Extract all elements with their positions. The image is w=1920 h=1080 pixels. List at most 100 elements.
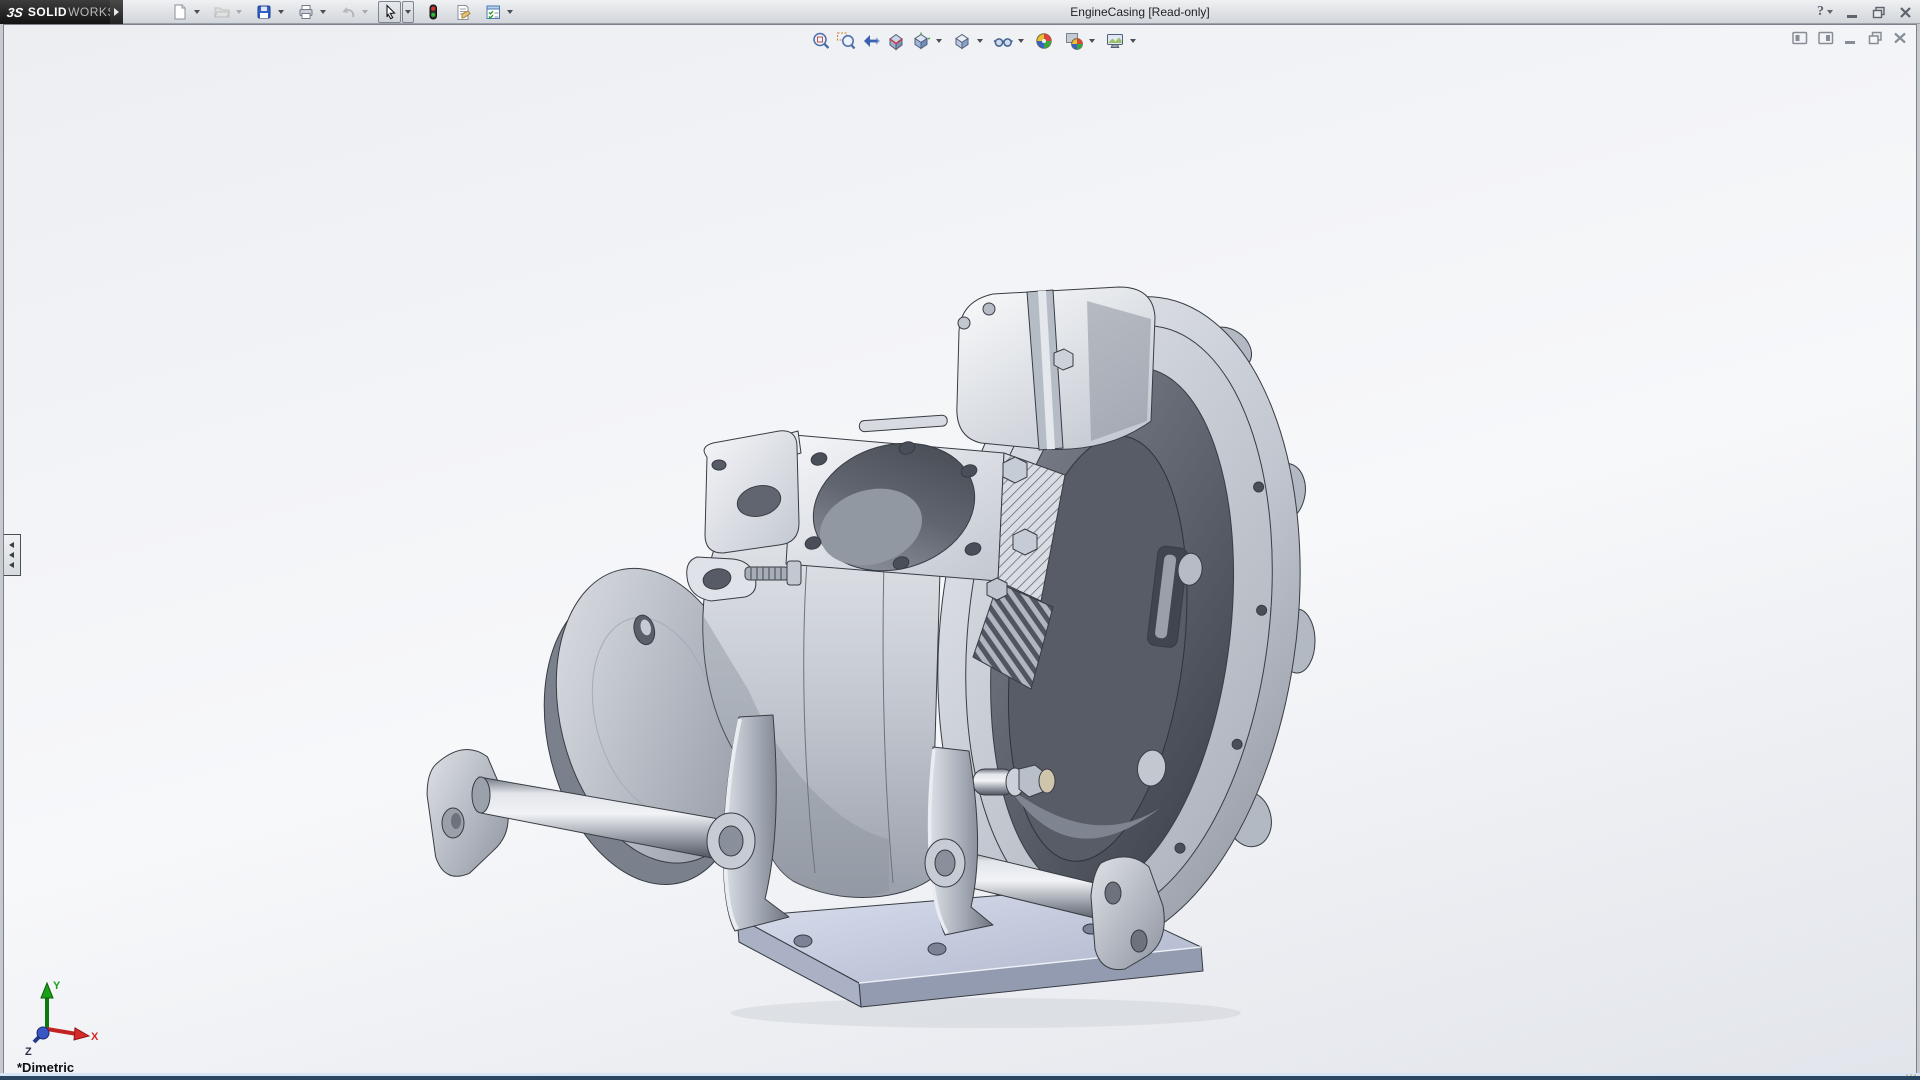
help-button[interactable]: ? [1817,4,1833,20]
display-style-icon [952,31,972,51]
resize-grip[interactable] [1906,1074,1916,1076]
zoom-to-area-icon [836,31,856,51]
solidworks-logo: 3S SOLID WORKS [0,0,110,24]
undo-button[interactable] [336,1,359,23]
display-style-button[interactable] [949,29,974,52]
minimize-icon [1846,6,1859,19]
svg-text:Y: Y [53,980,61,992]
doc-close-button[interactable] [1893,31,1907,45]
zoom-to-fit-icon [811,31,831,51]
view-orientation-dropdown[interactable] [933,29,944,52]
rebuild-traffic-light-icon [425,4,441,20]
apply-scene-dropdown[interactable] [1086,29,1097,52]
menu-flyout-arrow[interactable] [110,0,123,24]
cylinder-flange[interactable] [786,425,1004,589]
collapse-arrow-icon [9,562,14,568]
new-document-icon [172,4,188,20]
restore-icon [1872,6,1886,19]
minimize-button[interactable] [1846,6,1859,19]
collapse-arrow-icon [9,552,14,558]
doc-minimize-icon [1844,31,1858,45]
title-bar: 3S SOLID WORKS [0,0,1920,24]
headsup-view-toolbar [808,29,1138,52]
expand-right-pane-button[interactable] [1818,31,1834,45]
collapse-arrow-icon [9,542,14,548]
view-settings-monitor-icon [1105,31,1125,51]
document-window-controls [1792,31,1907,45]
help-dropdown-icon [1827,10,1833,14]
main-toolbar [168,0,516,24]
hide-show-items-button[interactable] [990,29,1015,52]
save-floppy-icon [256,4,272,20]
undo-dropdown[interactable] [359,1,371,23]
apply-scene-button[interactable] [1061,29,1086,52]
view-orientation-icon [911,31,931,51]
edit-appearance-ball-icon [1034,31,1054,51]
open-button[interactable] [210,1,233,23]
statusbar-edge [0,1076,1920,1080]
restore-button[interactable] [1872,6,1886,19]
doc-minimize-button[interactable] [1844,31,1858,45]
print-dropdown[interactable] [317,1,329,23]
open-folder-icon [214,4,230,20]
printer-icon [298,4,314,20]
zoom-to-area-button[interactable] [833,29,858,52]
brand-name-light: WORKS [68,5,116,19]
triad-y-axis: Y [41,980,61,1029]
doc-restore-button[interactable] [1868,31,1883,45]
print-button[interactable] [294,1,317,23]
previous-view-button[interactable] [858,29,883,52]
view-settings-button[interactable] [1102,29,1127,52]
orientation-triad[interactable]: Y X Z [17,977,103,1061]
doc-restore-icon [1868,31,1883,45]
doc-close-icon [1893,31,1907,45]
select-cursor-icon [382,4,398,20]
undo-arrow-icon [340,4,356,20]
options-button[interactable] [481,1,504,23]
hide-show-items-dropdown[interactable] [1015,29,1026,52]
close-button[interactable] [1899,6,1912,19]
file-properties-icon [455,4,471,20]
display-style-dropdown[interactable] [974,29,985,52]
open-dropdown[interactable] [233,1,245,23]
section-view-button[interactable] [883,29,908,52]
model-canvas [3,24,1917,1073]
strap-bolt [1054,349,1073,370]
previous-view-icon [861,31,881,51]
triad-z-axis: Z [25,1027,49,1058]
view-settings-dropdown[interactable] [1127,29,1138,52]
expand-right-pane-icon [1818,31,1834,45]
document-title: EngineCasing [Read-only] [1070,0,1209,24]
new-dropdown[interactable] [191,1,203,23]
file-properties-button[interactable] [451,1,474,23]
apply-scene-icon [1064,31,1084,51]
top-cover[interactable] [957,287,1155,450]
engine-model[interactable] [423,276,1336,1028]
cover-bolt [983,303,995,315]
triad-x-axis: X [47,1028,99,1043]
brand-name-bold: SOLID [28,5,67,19]
edit-appearance-button[interactable] [1031,29,1056,52]
options-checklist-icon [485,4,501,20]
ground-shadow [731,998,1241,1028]
save-button[interactable] [252,1,275,23]
zoom-to-fit-button[interactable] [808,29,833,52]
collapse-left-pane-button[interactable] [1792,31,1808,45]
new-button[interactable] [168,1,191,23]
rebuild-button[interactable] [421,1,444,23]
view-orientation-button[interactable] [908,29,933,52]
mount-bracket[interactable] [687,431,801,601]
view-orientation-label: *Dimetric [17,1060,74,1073]
select-button[interactable] [378,1,401,23]
close-icon [1899,6,1912,19]
svg-text:Z: Z [25,1046,32,1058]
hide-show-glasses-icon [993,31,1013,51]
feature-tree-collapsed-tab[interactable] [3,534,21,576]
graphics-viewport[interactable]: Y X Z *Dimetric [3,24,1917,1073]
save-dropdown[interactable] [275,1,287,23]
options-dropdown[interactable] [504,1,516,23]
section-view-icon [886,31,906,51]
ds-logo-glyph: 3S [6,5,24,20]
select-dropdown[interactable] [402,1,414,23]
svg-text:X: X [91,1031,99,1043]
